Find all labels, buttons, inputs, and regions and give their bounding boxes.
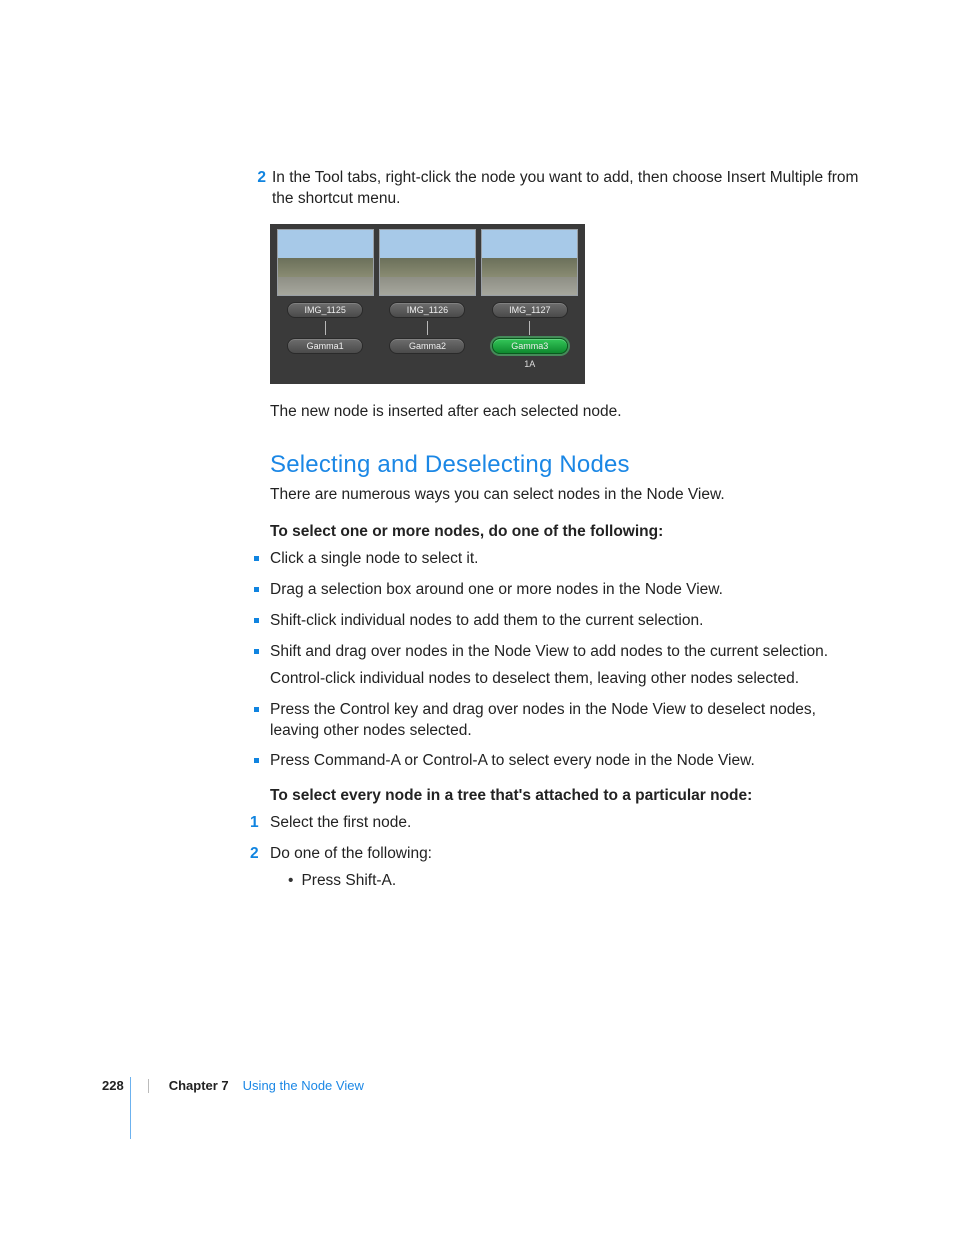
section-heading: Selecting and Deselecting Nodes [270,449,865,481]
thumbnail [277,229,374,296]
list-item-text: Press Command-A or Control-A to select e… [270,752,755,769]
list-item: 1 Select the first node. [270,813,865,834]
list-item-text: Click a single node to select it. [270,550,479,567]
list-item-text: Shift-click individual nodes to add them… [270,612,703,629]
gamma-node-pill: Gamma2 [389,338,465,354]
list-item: Click a single node to select it. [270,549,865,570]
list-item: Shift and drag over nodes in the Node Vi… [270,642,865,690]
image-node-pill: IMG_1126 [389,302,465,318]
image-node-pill: IMG_1125 [287,302,363,318]
figure-col: IMG_1125 Gamma1 [275,229,375,380]
list-item-subtext: Control-click individual nodes to desele… [270,669,865,690]
figure-col: IMG_1126 Gamma2 [377,229,477,380]
list-item: Press the Control key and drag over node… [270,700,865,742]
figure-col: IMG_1127 Gamma3 1A [480,229,580,380]
list-item-text: Press the Control key and drag over node… [270,701,816,739]
procedure-lead: To select every node in a tree that's at… [270,786,865,807]
image-node-pill: IMG_1127 [492,302,568,318]
node-view-figure: IMG_1125 Gamma1 IMG_1126 Gamma2 IMG_1127… [270,224,585,384]
thumbnail [481,229,578,296]
list-item: Press Shift-A. [288,871,865,892]
step-marker: 1 [250,813,259,834]
chapter-label: Chapter 7 [169,1077,229,1095]
bullet-list: Click a single node to select it. Drag a… [270,549,865,772]
list-item-text: Shift and drag over nodes in the Node Vi… [270,643,828,660]
footer-separator [148,1079,149,1093]
step-2: 2 In the Tool tabs, right-click the node… [270,168,865,210]
thumbnail [379,229,476,296]
list-item-text: Drag a selection box around one or more … [270,581,723,598]
node-sublabel: 1A [524,358,535,370]
section-intro: There are numerous ways you can select n… [270,485,865,506]
gamma-node-pill: Gamma1 [287,338,363,354]
list-item: Drag a selection box around one or more … [270,580,865,601]
step-text: In the Tool tabs, right-click the node y… [272,168,865,210]
sub-bullet-list: Press Shift-A. [288,871,865,892]
procedure-lead: To select one or more nodes, do one of t… [270,522,865,543]
connector [325,321,326,335]
connector [427,321,428,335]
page: 2 In the Tool tabs, right-click the node… [0,0,954,1235]
list-item: Shift-click individual nodes to add them… [270,611,865,632]
page-footer: 228 Chapter 7 Using the Node View [102,1077,364,1095]
list-item: 2 Do one of the following: Press Shift-A… [270,844,865,892]
chapter-name: Using the Node View [243,1077,364,1095]
footer-rule [130,1077,131,1139]
list-item: Press Command-A or Control-A to select e… [270,751,865,772]
step-number: 2 [244,168,266,210]
page-number: 228 [102,1077,124,1095]
list-item-text: Press Shift-A. [301,872,396,889]
paragraph: The new node is inserted after each sele… [270,402,865,423]
gamma-node-pill-selected: Gamma3 [492,338,568,354]
connector [529,321,530,335]
numbered-list: 1 Select the first node. 2 Do one of the… [270,813,865,892]
list-item-text: Select the first node. [270,814,411,831]
step-marker: 2 [250,844,259,865]
content-area: 2 In the Tool tabs, right-click the node… [270,168,865,902]
list-item-text: Do one of the following: [270,845,432,862]
